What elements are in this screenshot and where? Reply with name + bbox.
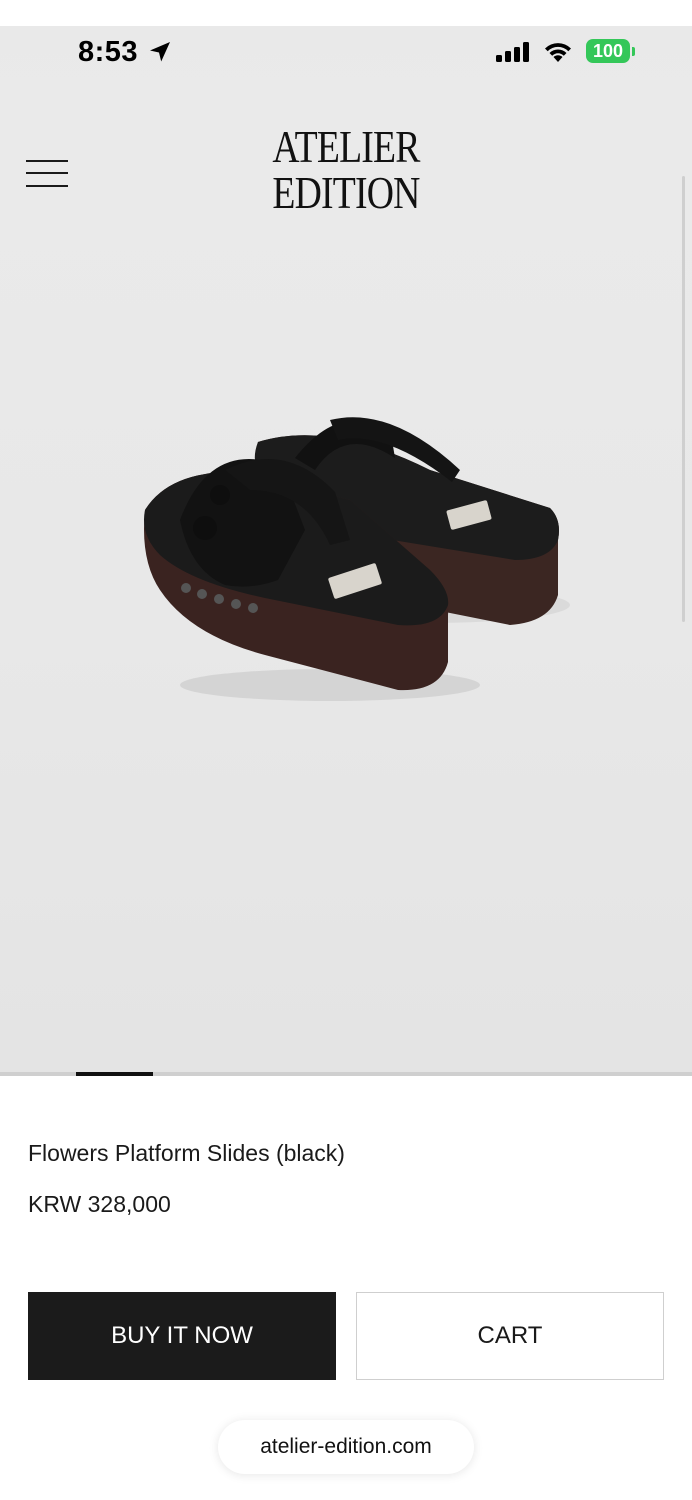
- browser-url-bar[interactable]: atelier-edition.com: [218, 1420, 474, 1474]
- location-arrow-icon: [150, 42, 170, 62]
- gallery-progress-indicator: [76, 1072, 153, 1076]
- logo-line-1: ATELIER: [272, 121, 420, 172]
- cart-button[interactable]: CART: [356, 1292, 664, 1380]
- page-scrollbar[interactable]: [682, 176, 685, 622]
- battery-indicator: 100: [586, 39, 630, 63]
- product-price: KRW 328,000: [28, 1191, 171, 1217]
- brand-logo[interactable]: ATELIER EDITION: [264, 124, 428, 216]
- hamburger-menu-icon[interactable]: [26, 158, 68, 188]
- top-safe-area: [0, 0, 692, 26]
- product-name: Flowers Platform Slides (black): [28, 1140, 345, 1166]
- status-time: 8:53: [78, 36, 139, 68]
- battery-tip: [632, 47, 635, 56]
- cellular-signal-icon: [496, 42, 529, 62]
- battery-level: 100: [592, 41, 624, 61]
- buy-it-now-button[interactable]: BUY IT NOW: [28, 1292, 336, 1380]
- wifi-icon: [545, 43, 571, 62]
- product-image: [144, 417, 570, 701]
- logo-line-2: EDITION: [272, 167, 420, 218]
